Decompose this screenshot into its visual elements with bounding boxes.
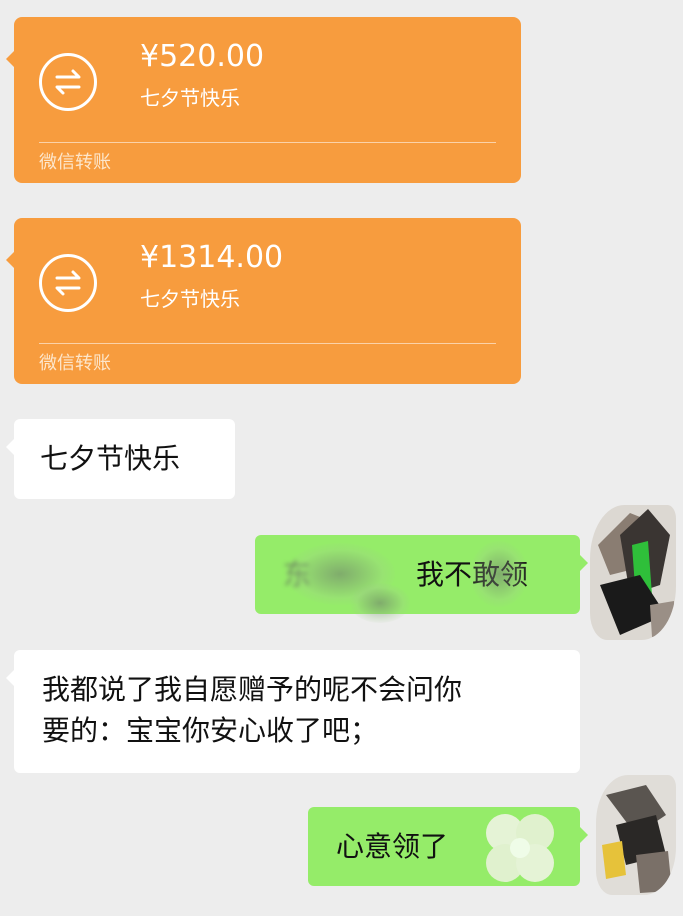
transfer-arrows-icon [39,53,97,111]
message-text: 心意领了 [336,830,449,863]
transfer-amount: ¥520.00 [140,39,265,74]
transfer-note: 七夕节快乐 [140,287,240,311]
transfer-divider [39,343,496,344]
message-bubble-received[interactable]: 我都说了我自愿赠予的呢不会问你 要的：宝宝你安心收了吧； [6,650,580,773]
message-bubble-sent[interactable]: 东 我不敢领 [255,535,588,623]
message-text: 七夕节快乐 [40,442,181,475]
transfer-footer: 微信转账 [39,353,111,374]
transfer-card-2[interactable]: ¥1314.00 七夕节快乐 微信转账 [6,218,521,384]
message-text-line-1: 我都说了我自愿赠予的呢不会问你 [42,673,463,706]
clover-icon [486,814,554,882]
transfer-card-1[interactable]: ¥520.00 七夕节快乐 微信转账 [6,17,521,183]
message-bubble-received[interactable]: 七夕节快乐 [6,419,235,499]
transfer-arrows-icon [39,254,97,312]
transfer-note: 七夕节快乐 [140,86,240,110]
message-text-line-2: 要的：宝宝你安心收了吧； [42,714,379,747]
transfer-footer: 微信转账 [39,152,111,173]
transfer-divider [39,142,496,143]
avatar[interactable] [596,775,676,895]
avatar[interactable] [590,505,676,640]
scribble-overlay [470,541,528,607]
scribble-overlay [350,583,410,623]
transfer-amount: ¥1314.00 [140,240,284,275]
